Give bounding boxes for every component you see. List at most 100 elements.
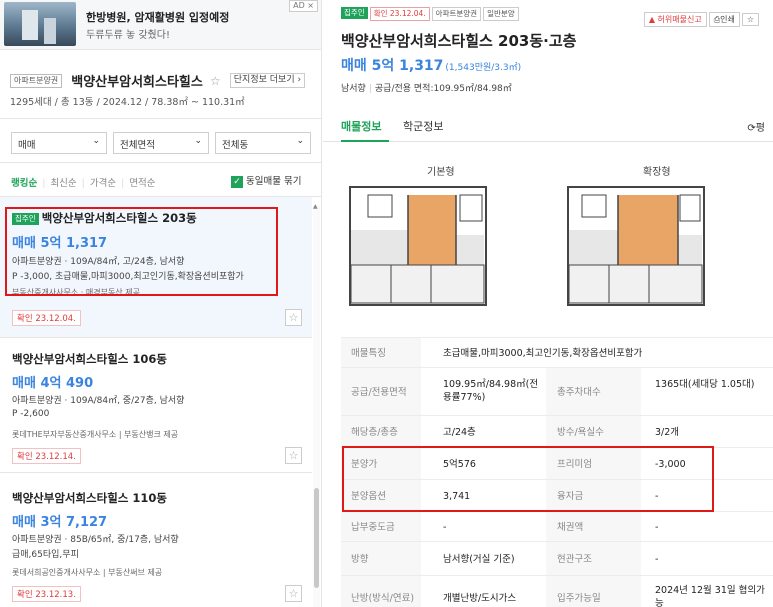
- detail-direction: 남서향: [341, 84, 366, 94]
- detail-actions: ▲ 허위매물신고 ⎙인쇄 ☆: [642, 7, 759, 27]
- listing-agent[interactable]: 롯데THE부자부동산중개사무소 | 부동산뱅크 제공: [12, 429, 178, 440]
- listing-agent[interactable]: 롯데서희공인중개사사무소 | 부동산써브 제공: [12, 567, 162, 578]
- same-listing-toggle[interactable]: ✓ 동일매물 묶기: [231, 173, 301, 188]
- type-badge: 아파트분양권: [431, 7, 482, 21]
- table-label: 채권액: [557, 522, 584, 533]
- divider: [0, 162, 321, 163]
- sort-ranking[interactable]: 랭킹순: [11, 178, 37, 189]
- table-label: 매물특징: [351, 348, 386, 359]
- detail-title: 백양산부암서희스타힐스 203동·고층: [341, 32, 577, 50]
- report-label: 허위매물신고: [657, 15, 702, 24]
- floorplan-label-extended: 확장형: [643, 167, 671, 178]
- detail-panel: 집주인 확인 23.12.04. 아파트분양권 일반분양 ▲ 허위매물신고 ⎙인쇄 ☆ 백…: [323, 0, 773, 607]
- complex-header: 아파트분양권 백양산부암서희스타힐스 ☆ 단지정보 더보기 ›: [10, 70, 315, 90]
- detail-badges: 집주인 확인 23.12.04. 아파트분양권 일반분양: [341, 7, 521, 26]
- tab-school-info[interactable]: 학군정보: [403, 118, 443, 134]
- tab-listing-info[interactable]: 매물정보: [341, 118, 381, 134]
- favorite-star-icon[interactable]: ☆: [285, 309, 302, 326]
- siren-icon: ▲: [648, 15, 655, 24]
- checkbox-icon[interactable]: ✓: [231, 175, 243, 188]
- star-icon[interactable]: ☆: [210, 74, 221, 88]
- listing-desc: P -2,600: [12, 409, 50, 419]
- unit-label: 평: [755, 123, 765, 134]
- detail-price-value: 매매 5억 1,317: [341, 58, 444, 74]
- sale-type-badge: 일반분양: [483, 7, 519, 21]
- detail-price: 매매 5억 1,317 (1,543만원/3.3㎡): [341, 55, 521, 75]
- table-row: 해당층/총층 고/24층 방수/욕실수 3/2개: [341, 415, 773, 447]
- listing-item[interactable]: 백양산부암서희스타힐스 110동 매매 3억 7,127 아파트분양권 · 85…: [0, 473, 312, 607]
- complex-meta: 1295세대 / 총 13동 / 2024.12 / 78.38㎡ ~ 110.…: [10, 97, 245, 108]
- complex-info-link[interactable]: 단지정보 더보기 ›: [229, 73, 306, 88]
- chevron-down-icon: ⌄: [296, 136, 304, 146]
- report-button[interactable]: ▲ 허위매물신고: [643, 12, 707, 27]
- sort-area[interactable]: 면적순: [129, 178, 155, 189]
- table-value: 남서향(거실 기준): [443, 554, 515, 565]
- listing-title[interactable]: 백양산부암서희스타힐스 106동: [12, 351, 167, 367]
- area-value: 전체면적: [120, 140, 155, 151]
- refresh-icon: ⟳: [747, 123, 756, 134]
- table-label: 난방(방식/연료): [351, 593, 415, 604]
- table-label: 공급/전용면적: [351, 387, 407, 398]
- scroll-up-icon[interactable]: ▲: [313, 203, 318, 210]
- detail-area: 공급/전용 면적:109.95㎡/84.98㎡: [374, 84, 512, 94]
- unit-toggle[interactable]: ⟳평: [747, 119, 765, 134]
- listing-desc: 급매,65타입,무피: [12, 550, 79, 560]
- table-value: 109.95㎡/84.98㎡(전용률77%): [443, 379, 539, 403]
- highlight-box: [342, 446, 714, 512]
- highlight-box: [5, 207, 278, 296]
- star-icon: ☆: [746, 15, 754, 24]
- same-listing-label: 동일매물 묶기: [246, 176, 302, 187]
- chevron-down-icon: ⌄: [92, 136, 100, 146]
- table-row: 난방(방식/연료) 개별난방/도시가스 입주가능일 2024년 12월 31일 …: [341, 575, 773, 607]
- floorplan-label-basic: 기본형: [427, 167, 455, 178]
- print-label: 인쇄: [720, 15, 735, 24]
- favorite-star-icon[interactable]: ☆: [285, 447, 302, 464]
- detail-price-per-area: (1,543만원/3.3㎡): [445, 63, 522, 73]
- ad-thumbnail[interactable]: [4, 2, 76, 46]
- table-row: 매물특징 초급매물,마피3000,최고인기동,확장옵션비포함가: [341, 337, 773, 367]
- table-value: 1365대(세대당 1.05대): [655, 379, 755, 390]
- table-label: 총주차대수: [557, 387, 601, 398]
- table-row: 납부중도금 - 채권액 -: [341, 511, 773, 541]
- table-value: -: [655, 522, 659, 533]
- listing-spec: 아파트분양권 · 109A/84㎡, 중/27층, 남서향: [12, 396, 185, 406]
- print-button[interactable]: ⎙인쇄: [708, 12, 740, 27]
- ad-title[interactable]: 한방병원, 암재활병원 입정예정: [86, 9, 229, 25]
- confirm-date-badge: 확인 23.12.04.: [369, 7, 430, 21]
- ad-subtitle[interactable]: 두류두류 놓 갖췄다!: [86, 26, 170, 41]
- owner-badge: 집주인: [341, 7, 368, 19]
- sort-options: 랭킹순 | 최신순 | 가격순 | 면적순: [11, 178, 156, 189]
- ad-close-button[interactable]: AD ×: [289, 0, 318, 12]
- table-row: 방향 남서향(거실 기준) 현관구조 -: [341, 541, 773, 575]
- table-label: 방수/욕실수: [557, 427, 604, 438]
- table-label: 방향: [351, 554, 369, 565]
- table-value: 초급매물,마피3000,최고인기동,확장옵션비포함가: [443, 348, 643, 359]
- active-tab-indicator: [341, 140, 389, 142]
- sort-price[interactable]: 가격순: [90, 178, 116, 189]
- complex-name: 백양산부암서희스타힐스: [71, 75, 203, 90]
- table-value: 3/2개: [655, 427, 680, 438]
- floorplan-extended-image[interactable]: [566, 185, 706, 307]
- scrollbar-thumb[interactable]: [314, 488, 319, 588]
- detail-tabs: 매물정보 학군정보 ⟳평: [323, 108, 773, 142]
- sort-latest[interactable]: 최신순: [50, 178, 76, 189]
- listing-spec: 아파트분양권 · 85B/65㎡, 중/17층, 남서향: [12, 535, 179, 545]
- listing-item[interactable]: 백양산부암서희스타힐스 106동 매매 4억 490 아파트분양권 · 109A…: [0, 338, 312, 470]
- detail-meta: 남서향 | 공급/전용 면적:109.95㎡/84.98㎡: [341, 84, 512, 94]
- listing-price: 매매 3억 7,127: [12, 515, 108, 530]
- ad-banner[interactable]: 한방병원, 암재활병원 입정예정 두류두류 놓 갖췄다! AD ×: [0, 0, 321, 50]
- area-select[interactable]: 전체면적 ⌄: [113, 132, 209, 154]
- table-value: 고/24층: [443, 427, 476, 438]
- favorite-star-icon[interactable]: ☆: [285, 585, 302, 602]
- dong-select[interactable]: 전체동 ⌄: [215, 132, 311, 154]
- listing-panel: 한방병원, 암재활병원 입정예정 두류두류 놓 갖췄다! AD × 아파트분양권…: [0, 0, 322, 607]
- listing-date: 확인 23.12.04.: [12, 310, 81, 326]
- listing-title[interactable]: 백양산부암서희스타힐스 110동: [12, 490, 167, 506]
- table-value: 개별난방/도시가스: [443, 593, 517, 604]
- complex-type-tag: 아파트분양권: [10, 73, 63, 88]
- favorite-button[interactable]: ☆: [741, 13, 759, 26]
- trade-type-select[interactable]: 매매 ⌄: [11, 132, 107, 154]
- floorplan-basic-image[interactable]: [348, 185, 488, 307]
- table-label: 현관구조: [557, 554, 592, 565]
- trade-type-value: 매매: [18, 140, 36, 151]
